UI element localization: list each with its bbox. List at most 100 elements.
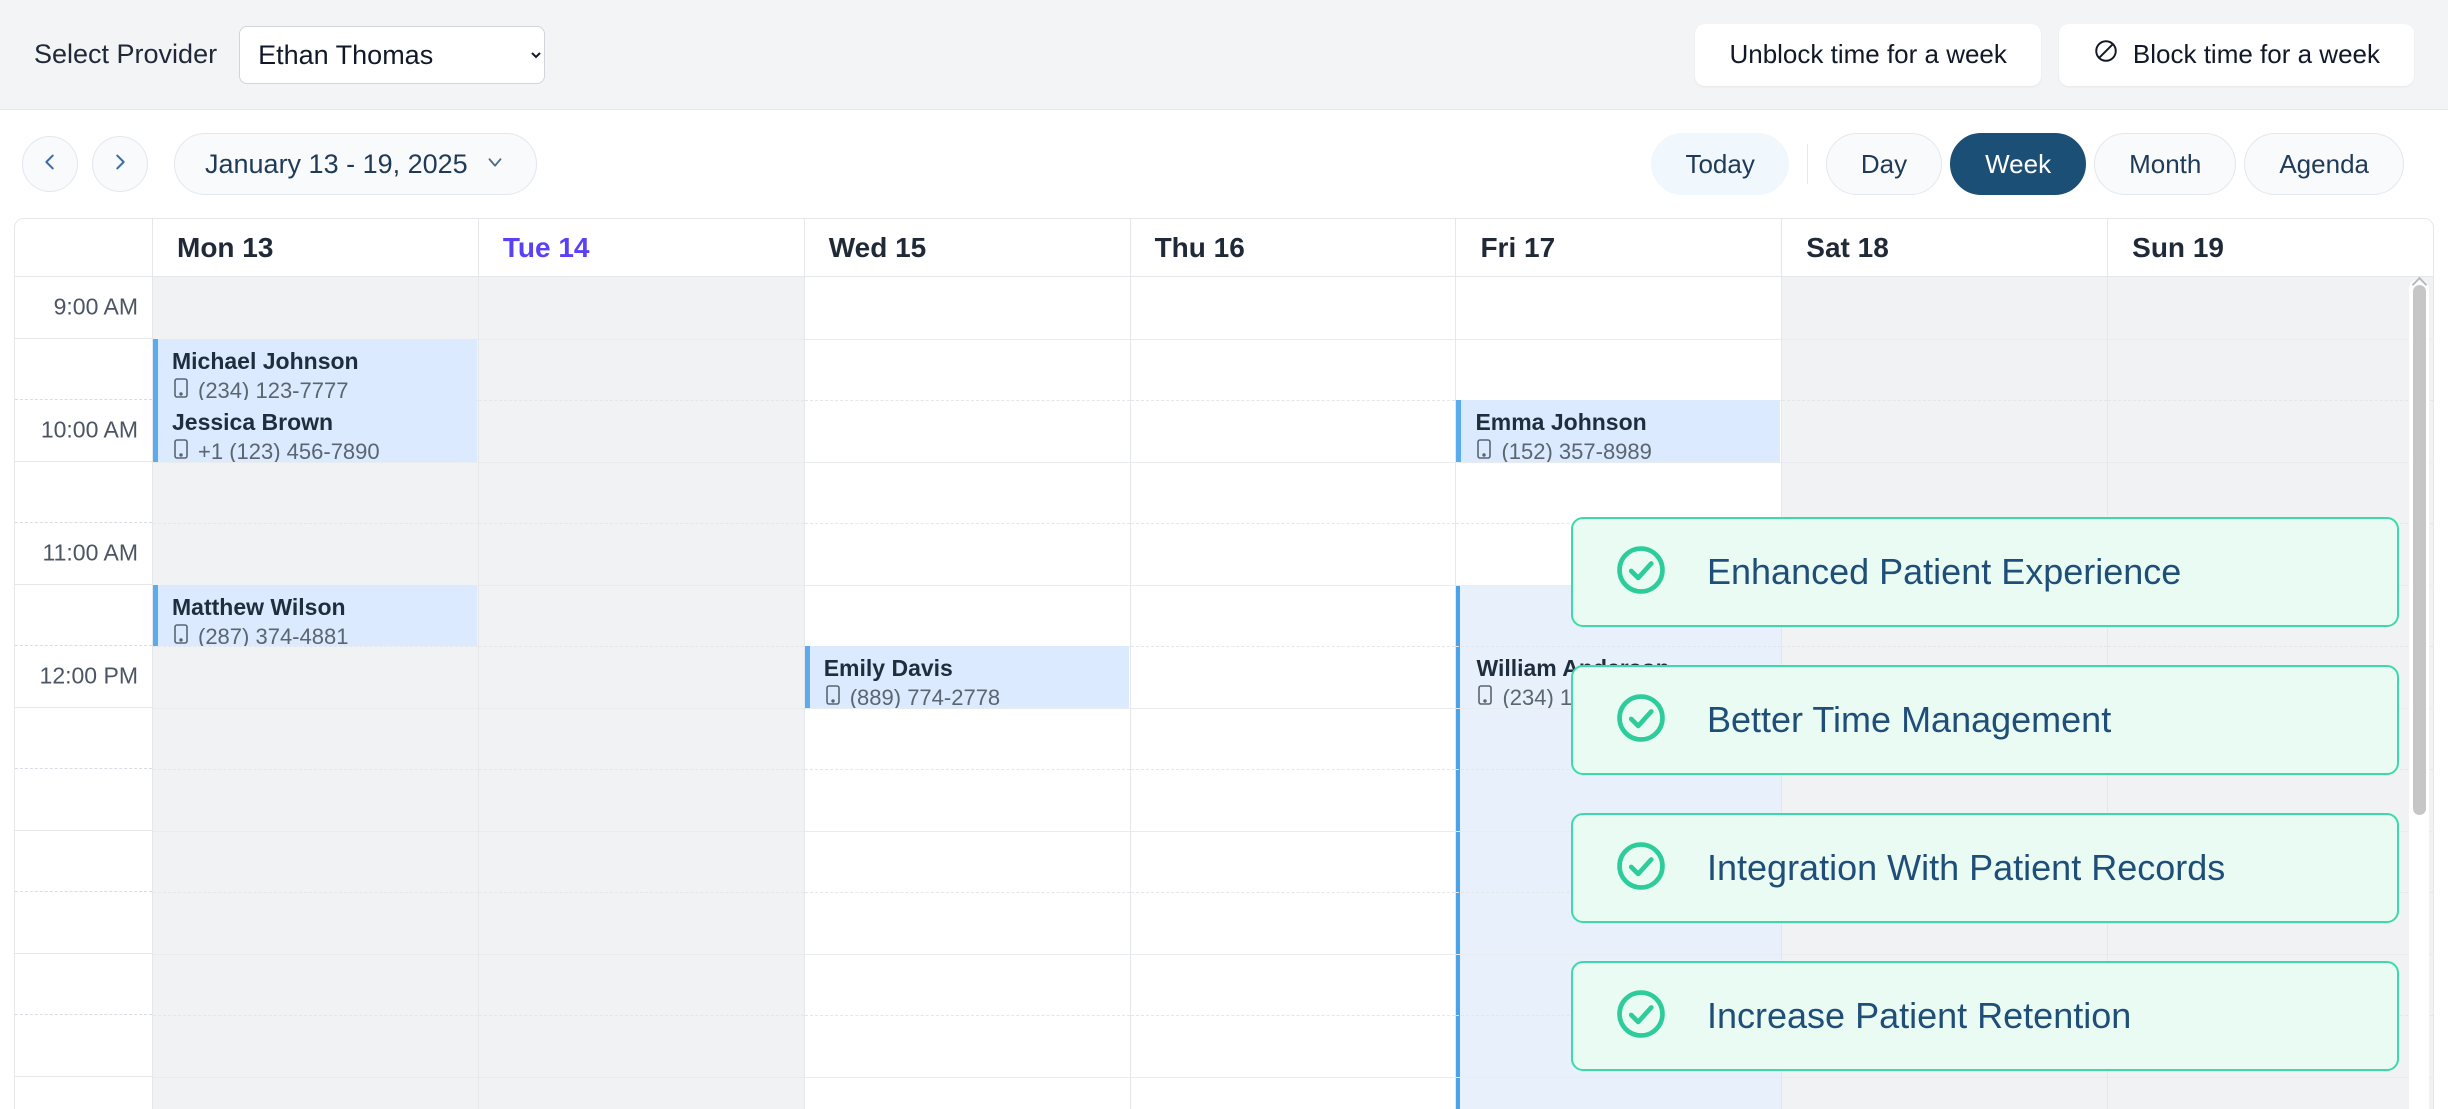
appointment-phone-row: (152) 357-8989	[1475, 437, 1770, 462]
grid-line	[153, 1076, 478, 1078]
time-label-1000: 10:00 AM	[40, 416, 138, 443]
time-gutter-header	[15, 219, 153, 276]
time-slot	[15, 892, 152, 954]
promo-card: Better Time Management	[1571, 665, 2399, 775]
appointment-phone: (234) 123-7777	[198, 377, 349, 400]
appointment-card[interactable]: Emily Davis(889) 774-2778manishnep96@gma…	[804, 646, 1129, 708]
day-header-mon[interactable]: Mon 13	[153, 219, 479, 276]
grid-line	[153, 1015, 478, 1016]
view-day-button[interactable]: Day	[1825, 133, 1943, 195]
time-slot	[15, 585, 152, 646]
promo-card-label: Enhanced Patient Experience	[1707, 551, 2182, 592]
calendar-header-row: Mon 13 Tue 14 Wed 15 Thu 16 Fri 17 Sat 1…	[15, 219, 2433, 277]
grid-line	[478, 1076, 804, 1078]
grid-line	[153, 830, 478, 832]
grid-line	[478, 646, 804, 647]
grid-line	[478, 892, 804, 893]
day-column-thu[interactable]	[1130, 277, 1457, 1109]
grid-line	[1130, 707, 1456, 709]
check-circle-icon	[1613, 690, 1669, 751]
grid-line	[478, 953, 804, 955]
promo-card-label: Better Time Management	[1707, 699, 2112, 740]
day-header-sun[interactable]: Sun 19	[2108, 219, 2433, 276]
date-range-label: January 13 - 19, 2025	[205, 148, 468, 179]
topbar-actions: Unblock time for a week Block time for a…	[1695, 23, 2414, 86]
time-label-0900: 9:00 AM	[53, 293, 138, 320]
view-week-button[interactable]: Week	[1950, 133, 2087, 195]
phone-icon	[172, 622, 190, 646]
appointment-phone: (889) 774-2778	[849, 685, 1001, 708]
chevron-left-icon	[39, 151, 61, 178]
grid-line	[1130, 830, 1456, 832]
check-circle-icon	[1613, 838, 1669, 899]
appointment-phone: (287) 374-4881	[198, 623, 349, 646]
appointment-phone-row: +1 (123) 456-7890	[172, 437, 467, 462]
grid-line	[1130, 953, 1456, 955]
day-header-fri[interactable]: Fri 17	[1456, 219, 1783, 276]
grid-line	[804, 400, 1130, 401]
grid-line	[2108, 338, 2433, 340]
provider-label: Select Provider	[34, 39, 218, 69]
day-header-wed[interactable]: Wed 15	[805, 219, 1131, 276]
time-slot	[15, 769, 152, 831]
grid-line	[153, 892, 478, 893]
grid-line	[478, 769, 804, 770]
block-time-button[interactable]: Block time for a week	[2058, 23, 2414, 86]
grid-line	[478, 523, 804, 524]
view-today-button[interactable]: Today	[1651, 133, 1789, 195]
appointment-phone-row: (287) 374-4881	[172, 622, 467, 646]
date-range-picker[interactable]: January 13 - 19, 2025	[174, 133, 537, 195]
time-label-1200: 12:00 PM	[39, 662, 138, 689]
appointment-card[interactable]: Jessica Brown+1 (123) 456-7890jessi.b@wo…	[153, 400, 477, 462]
phone-icon	[172, 376, 190, 400]
grid-line	[478, 461, 804, 463]
appointment-patient-name: Michael Johnson	[172, 347, 359, 374]
promo-overlay: Enhanced Patient Experience Better Time …	[1571, 517, 2399, 1109]
grid-line	[1130, 523, 1456, 524]
day-header-sat[interactable]: Sat 18	[1782, 219, 2109, 276]
time-slot	[15, 708, 152, 769]
scroll-down-arrow-icon[interactable]	[2411, 1103, 2428, 1109]
time-slot	[15, 1015, 152, 1077]
prev-week-button[interactable]	[22, 136, 78, 192]
grid-line	[1130, 1076, 1456, 1078]
appointment-patient-name: Matthew Wilson	[172, 593, 346, 620]
appointment-card[interactable]: Emma Johnson(152) 357-8989emjson@gmail.c…	[1456, 400, 1781, 462]
vertical-scrollbar[interactable]	[2409, 276, 2429, 1109]
grid-line	[804, 584, 1130, 586]
grid-line	[804, 830, 1130, 832]
chevron-down-icon	[484, 151, 506, 178]
grid-line	[804, 707, 1130, 709]
promo-card: Integration With Patient Records	[1571, 813, 2399, 923]
check-circle-icon	[1613, 986, 1669, 1047]
vertical-scrollbar-thumb[interactable]	[2413, 285, 2426, 815]
phone-icon	[824, 683, 842, 707]
grid-line	[804, 523, 1130, 524]
day-header-thu[interactable]: Thu 16	[1131, 219, 1457, 276]
appointment-card[interactable]: Michael Johnson(234) 123-7777mjswork@gma…	[153, 338, 477, 400]
appointment-phone-row: (889) 774-2778	[824, 683, 1119, 708]
appointment-card[interactable]: Matthew Wilson(287) 374-4881mathewj@gmai…	[153, 584, 477, 646]
grid-line	[478, 1015, 804, 1016]
block-time-label: Block time for a week	[2132, 39, 2380, 69]
calendar-grid: Mon 13 Tue 14 Wed 15 Thu 16 Fri 17 Sat 1…	[14, 218, 2434, 1109]
grid-line	[1130, 461, 1456, 463]
day-header-tue[interactable]: Tue 14	[479, 219, 805, 276]
provider-select[interactable]: Ethan Thomas	[239, 25, 546, 84]
grid-line	[1130, 646, 1456, 647]
top-toolbar: Select Provider Ethan Thomas Unblock tim…	[0, 0, 2448, 110]
view-month-button[interactable]: Month	[2094, 133, 2237, 195]
grid-line	[1456, 338, 1782, 340]
time-slot	[15, 954, 152, 1015]
next-week-button[interactable]	[92, 136, 148, 192]
unblock-time-button[interactable]: Unblock time for a week	[1695, 23, 2041, 86]
grid-line	[804, 338, 1130, 340]
day-column-mon[interactable]: Michael Johnson(234) 123-7777mjswork@gma…	[153, 277, 479, 1109]
day-column-tue[interactable]	[478, 277, 805, 1109]
grid-line	[478, 584, 804, 586]
day-column-wed[interactable]: Emily Davis(889) 774-2778manishnep96@gma…	[804, 277, 1131, 1109]
phone-icon	[1476, 683, 1494, 707]
appointment-patient-name: Jessica Brown	[172, 409, 334, 435]
view-agenda-button[interactable]: Agenda	[2244, 133, 2404, 195]
grid-line	[478, 830, 804, 832]
